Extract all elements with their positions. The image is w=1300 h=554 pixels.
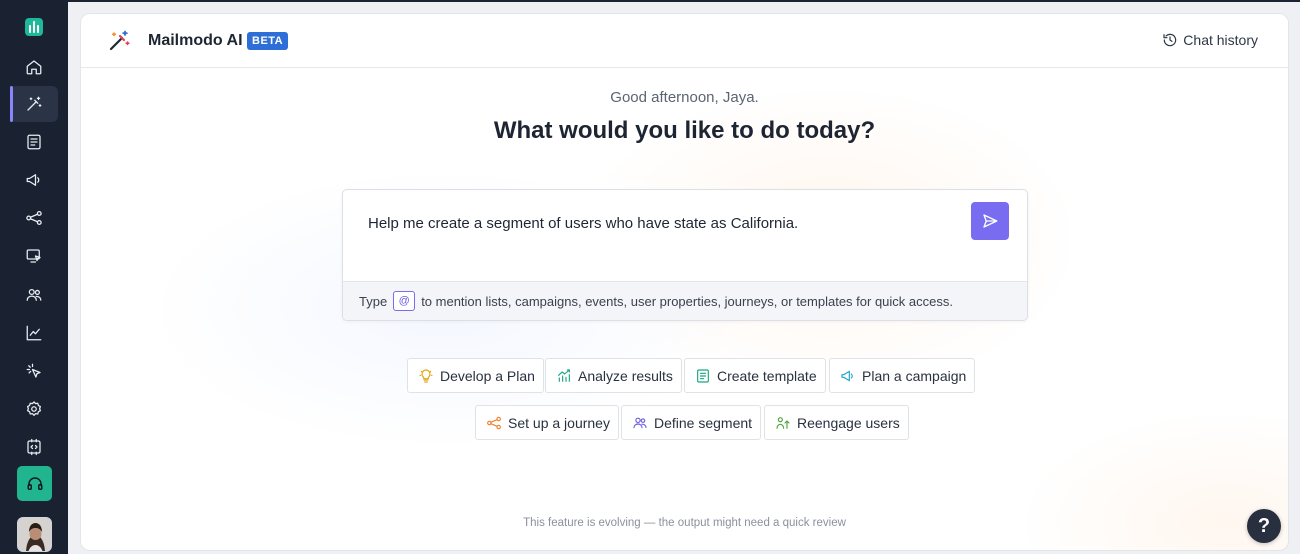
suggestion-plan-campaign[interactable]: Plan a campaign (829, 358, 976, 393)
avatar-image (18, 518, 51, 551)
prompt-input-box[interactable]: Help me create a segment of users who ha… (342, 189, 1028, 321)
history-icon (1163, 33, 1177, 47)
send-icon (983, 214, 998, 228)
sidebar-item-events[interactable] (10, 353, 58, 389)
template-icon (697, 368, 709, 383)
suggestion-reengage-users[interactable]: Reengage users (764, 405, 909, 440)
hint-suffix: to mention lists, campaigns, events, use… (421, 293, 953, 309)
suggestion-label: Define segment (654, 414, 753, 431)
prompt-input[interactable]: Help me create a segment of users who ha… (368, 215, 798, 232)
greeting-text: Good afternoon, Jaya. (610, 89, 759, 106)
sidebar-item-templates[interactable] (10, 124, 58, 160)
suggestion-label: Develop a Plan (440, 367, 535, 384)
cursor-click-icon (26, 363, 41, 378)
header: Mailmodo AI BETA Chat history (81, 14, 1288, 68)
sidebar-item-campaigns[interactable] (10, 162, 58, 198)
brand-title: Mailmodo AI (148, 32, 243, 49)
suggestion-create-template[interactable]: Create template (684, 358, 826, 393)
home-icon (26, 60, 42, 75)
megaphone-icon (841, 370, 853, 381)
help-button[interactable]: ? (1247, 509, 1281, 543)
megaphone-icon (26, 174, 40, 186)
sidebar-item-developer[interactable] (10, 429, 58, 465)
user-arrow-icon (776, 416, 790, 429)
beta-badge: BETA (247, 32, 289, 50)
hint-prefix: Type (359, 293, 388, 309)
suggestion-label: Reengage users (797, 414, 900, 431)
bar-trend-icon (558, 368, 570, 382)
share-nodes-icon (487, 416, 501, 429)
suggestion-setup-journey[interactable]: Set up a journey (475, 405, 619, 440)
document-icon (27, 134, 41, 150)
sidebar-item-settings[interactable] (10, 391, 58, 427)
sidebar-item-analytics[interactable] (10, 315, 58, 351)
suggestion-label: Analyze results (578, 367, 673, 384)
magic-wand-icon (27, 96, 42, 111)
prompt-hint: Type @ to mention lists, campaigns, even… (343, 281, 1027, 320)
mailmodo-logo-icon[interactable] (25, 18, 43, 36)
headset-icon (27, 476, 42, 490)
sidebar-item-home[interactable] (10, 49, 58, 85)
magic-wand-icon (109, 30, 130, 51)
sidebar-item-ai[interactable] (10, 86, 58, 122)
top-border (0, 0, 1300, 2)
suggestion-develop-plan[interactable]: Develop a Plan (407, 358, 544, 393)
sidebar (0, 0, 68, 554)
mention-at-badge: @ (393, 291, 416, 311)
monitor-click-icon (26, 249, 41, 263)
page-title: What would you like to do today? (493, 117, 876, 144)
code-icon (27, 438, 41, 456)
suggestion-label: Create template (717, 367, 817, 384)
suggestion-define-segment[interactable]: Define segment (621, 405, 762, 440)
main-card: Mailmodo AI BETA Chat history Good after… (80, 13, 1289, 551)
suggestion-label: Plan a campaign (862, 367, 967, 384)
send-button[interactable] (971, 202, 1009, 240)
chat-history-label: Chat history (1183, 32, 1258, 48)
disclaimer-text: This feature is evolving — the output mi… (523, 517, 846, 529)
suggestion-analyze-results[interactable]: Analyze results (545, 358, 682, 393)
share-nodes-icon (26, 210, 42, 226)
line-chart-icon (26, 325, 42, 341)
users-icon (26, 288, 42, 301)
users-icon (633, 417, 647, 428)
sidebar-item-journeys[interactable] (10, 200, 58, 236)
sidebar-item-audience[interactable] (10, 277, 58, 313)
lightbulb-icon (419, 368, 433, 383)
chat-history-button[interactable]: Chat history (1162, 32, 1258, 48)
support-button[interactable] (17, 466, 52, 501)
suggestion-label: Set up a journey (508, 414, 610, 431)
sidebar-item-widgets[interactable] (10, 238, 58, 274)
user-avatar[interactable] (17, 517, 52, 552)
gear-icon (26, 401, 42, 417)
